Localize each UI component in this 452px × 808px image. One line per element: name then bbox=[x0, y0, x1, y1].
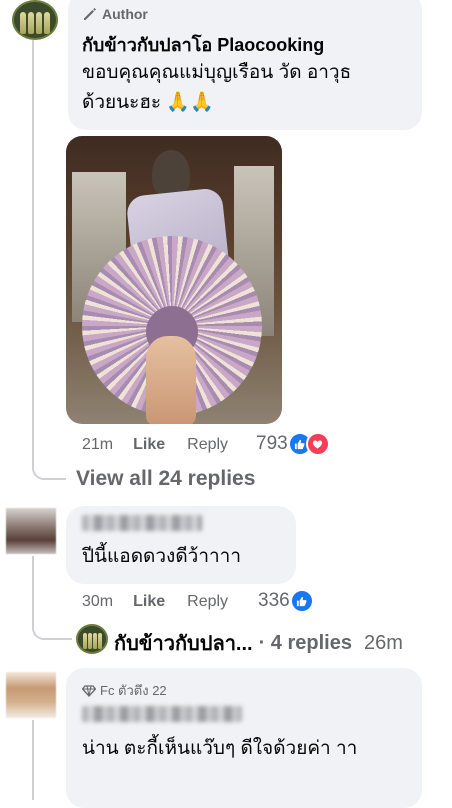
comment-text-third: น่าน ตะกี้เห็นแว๊บๆ ดีใจด้วยค่า าา bbox=[82, 738, 358, 759]
reaction-summary-second[interactable]: 336 bbox=[258, 589, 314, 613]
reply-button[interactable]: Reply bbox=[187, 593, 228, 611]
commenter-avatar-blurred[interactable] bbox=[6, 672, 56, 718]
top-fan-badge: Fc ตัวตึง 22 bbox=[82, 680, 167, 701]
thread-line-second bbox=[32, 556, 34, 620]
reply-summary-count: · 4 replies bbox=[258, 631, 352, 654]
author-badge-label: Author bbox=[102, 6, 148, 22]
author-badge: Author bbox=[82, 6, 148, 22]
reply-summary-time: 26m bbox=[363, 631, 403, 654]
thread-connector-view-replies bbox=[32, 440, 66, 480]
comment-author-name[interactable]: กับข้าวกับปลาโอ Plaocooking bbox=[82, 30, 324, 59]
thread-line-third bbox=[32, 720, 34, 800]
reply-author-avatar[interactable] bbox=[76, 624, 108, 654]
comment-actions-second: 30m Like Reply bbox=[82, 593, 228, 611]
pencil-icon bbox=[84, 8, 96, 20]
commenter-avatar-blurred[interactable] bbox=[6, 508, 56, 554]
love-icon bbox=[305, 432, 330, 456]
comment-photo[interactable] bbox=[66, 136, 282, 424]
reaction-count: 793 bbox=[256, 433, 288, 454]
reaction-count: 336 bbox=[258, 590, 290, 611]
like-button[interactable]: Like bbox=[133, 593, 165, 611]
view-all-replies-link[interactable]: View all 24 replies bbox=[76, 467, 255, 491]
thread-line-main bbox=[32, 40, 34, 460]
like-icon bbox=[289, 589, 314, 613]
thread-connector-reply-summary bbox=[32, 612, 72, 640]
top-fan-badge-label: Fc ตัวตึง 22 bbox=[100, 683, 167, 698]
comment-text-second: ปีนี้แอดดวงดีว้าาาา bbox=[82, 546, 242, 567]
comment-time[interactable]: 30m bbox=[82, 593, 113, 611]
author-avatar[interactable] bbox=[12, 0, 58, 40]
like-button[interactable]: Like bbox=[133, 436, 165, 454]
commenter-name-redacted bbox=[82, 515, 202, 531]
comment-time[interactable]: 21m bbox=[82, 436, 113, 454]
reply-button[interactable]: Reply bbox=[187, 436, 228, 454]
reply-summary-link[interactable]: กับข้าวกับปลา... · 4 replies 26m bbox=[114, 627, 403, 659]
diamond-icon bbox=[82, 684, 96, 697]
comment-actions-author: 21m Like Reply bbox=[82, 436, 228, 454]
commenter-name-redacted bbox=[82, 706, 242, 722]
reply-summary-author: กับข้าวกับปลา... bbox=[114, 633, 253, 655]
reaction-summary-author[interactable]: 793 bbox=[256, 432, 330, 456]
comment-text-author: ขอบคุณคุณแม่บุญเรือน วัด อาวุธ ด้วยนะฮะ … bbox=[82, 62, 352, 113]
